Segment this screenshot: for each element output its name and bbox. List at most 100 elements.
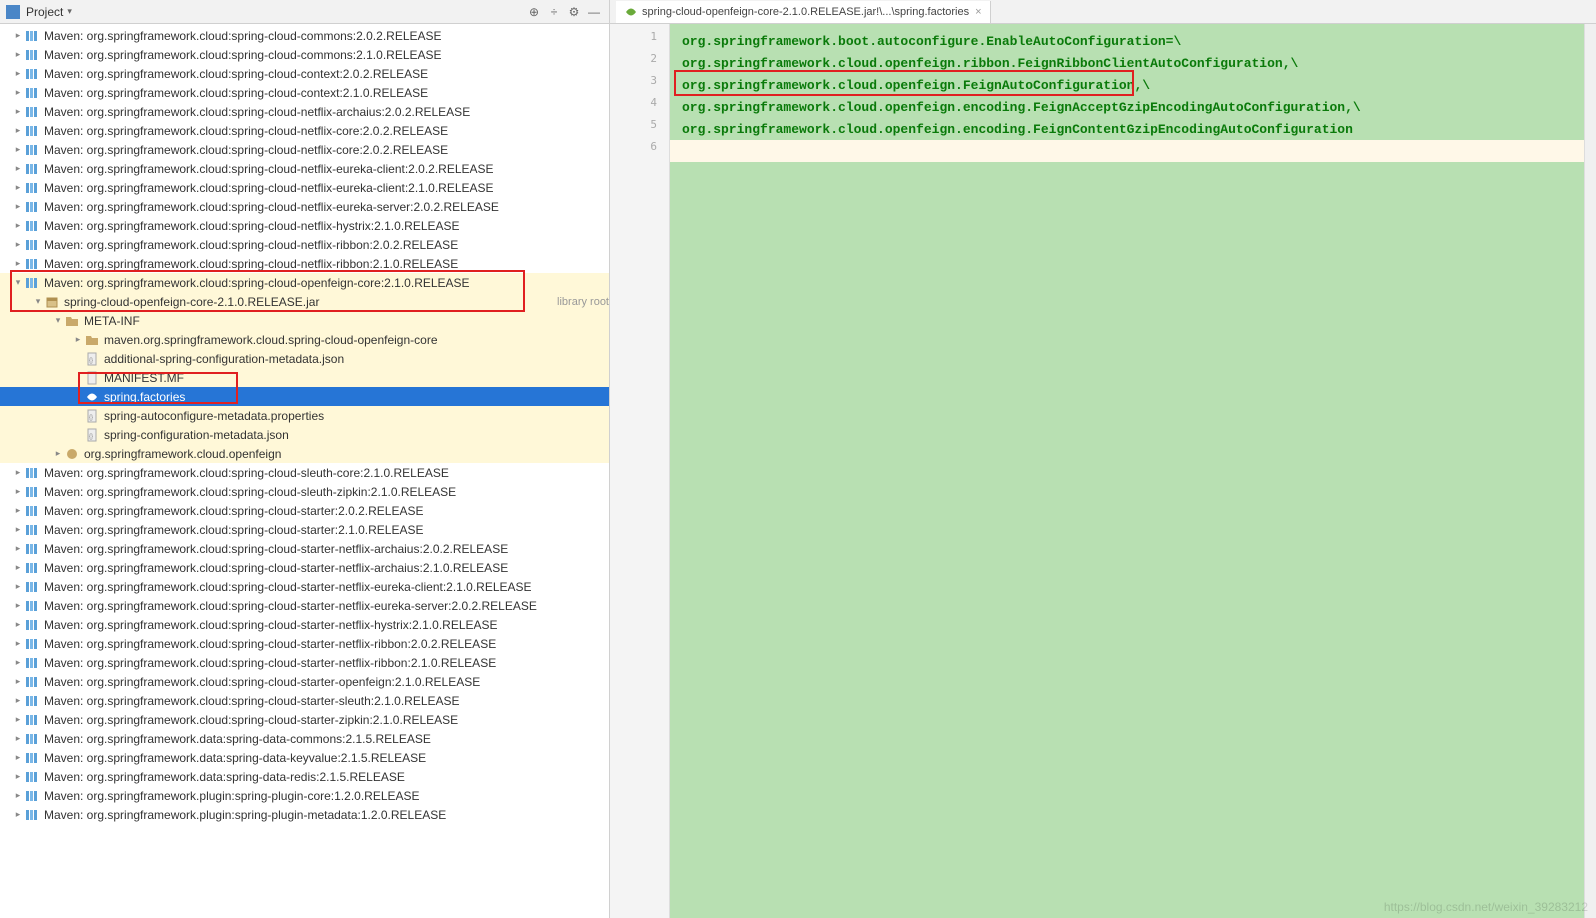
locate-icon[interactable]: ⊕ (525, 3, 543, 21)
tree-row[interactable]: Maven: org.springframework.cloud:spring-… (0, 140, 609, 159)
tree-row[interactable]: Maven: org.springframework.cloud:spring-… (0, 615, 609, 634)
tree-row[interactable]: Maven: org.springframework.cloud:spring-… (0, 463, 609, 482)
tree-row[interactable]: Maven: org.springframework.plugin:spring… (0, 786, 609, 805)
tree-row[interactable]: Maven: org.springframework.cloud:spring-… (0, 482, 609, 501)
dropdown-icon[interactable]: ▾ (67, 6, 72, 17)
tree-item-label: MANIFEST.MF (104, 371, 609, 385)
expand-arrow-icon[interactable] (12, 714, 24, 725)
expand-arrow-icon[interactable] (12, 752, 24, 763)
expand-arrow-icon[interactable] (12, 106, 24, 117)
tree-row[interactable]: Maven: org.springframework.cloud:spring-… (0, 710, 609, 729)
expand-arrow-icon[interactable] (12, 695, 24, 706)
tree-row[interactable]: maven.org.springframework.cloud.spring-c… (0, 330, 609, 349)
tree-row[interactable]: Maven: org.springframework.cloud:spring-… (0, 235, 609, 254)
tree-row[interactable]: Maven: org.springframework.data:spring-d… (0, 748, 609, 767)
expand-arrow-icon[interactable] (12, 201, 24, 212)
expand-arrow-icon[interactable] (12, 87, 24, 98)
tree-row[interactable]: {}spring-autoconfigure-metadata.properti… (0, 406, 609, 425)
expand-arrow-icon[interactable] (32, 296, 44, 307)
tree-row[interactable]: Maven: org.springframework.cloud:spring-… (0, 121, 609, 140)
hide-icon[interactable]: — (585, 3, 603, 21)
tree-row[interactable]: Maven: org.springframework.cloud:spring-… (0, 672, 609, 691)
expand-arrow-icon[interactable] (12, 581, 24, 592)
expand-arrow-icon[interactable] (12, 49, 24, 60)
code-line[interactable]: org.springframework.cloud.openfeign.enco… (670, 96, 1584, 118)
expand-arrow-icon[interactable] (12, 258, 24, 269)
expand-arrow-icon[interactable] (12, 638, 24, 649)
tree-row[interactable]: Maven: org.springframework.cloud:spring-… (0, 83, 609, 102)
tree-row[interactable]: Maven: org.springframework.cloud:spring-… (0, 254, 609, 273)
tree-row[interactable]: Maven: org.springframework.cloud:spring-… (0, 539, 609, 558)
tree-row[interactable]: {}additional-spring-configuration-metada… (0, 349, 609, 368)
expand-arrow-icon[interactable] (12, 163, 24, 174)
tree-row[interactable]: MANIFEST.MF (0, 368, 609, 387)
expand-arrow-icon[interactable] (12, 125, 24, 136)
tree-row[interactable]: Maven: org.springframework.cloud:spring-… (0, 577, 609, 596)
expand-arrow-icon[interactable] (12, 144, 24, 155)
close-icon[interactable]: × (975, 6, 981, 18)
expand-arrow-icon[interactable] (12, 486, 24, 497)
scroll-indicator[interactable] (1584, 24, 1596, 918)
project-tree[interactable]: Maven: org.springframework.cloud:spring-… (0, 24, 609, 918)
tree-row[interactable]: spring.factories (0, 387, 609, 406)
tree-row[interactable]: Maven: org.springframework.cloud:spring-… (0, 653, 609, 672)
tree-row[interactable]: META-INF (0, 311, 609, 330)
expand-arrow-icon[interactable] (12, 543, 24, 554)
expand-arrow-icon[interactable] (12, 239, 24, 250)
tree-row[interactable]: Maven: org.springframework.cloud:spring-… (0, 159, 609, 178)
tree-row[interactable]: Maven: org.springframework.data:spring-d… (0, 729, 609, 748)
editor-tab[interactable]: spring-cloud-openfeign-core-2.1.0.RELEAS… (616, 1, 991, 23)
line-number: 4 (610, 96, 669, 118)
tree-row[interactable]: Maven: org.springframework.cloud:spring-… (0, 501, 609, 520)
tree-row[interactable]: Maven: org.springframework.cloud:spring-… (0, 273, 609, 292)
tree-row[interactable]: Maven: org.springframework.cloud:spring-… (0, 45, 609, 64)
tree-row[interactable]: Maven: org.springframework.cloud:spring-… (0, 558, 609, 577)
expand-arrow-icon[interactable] (52, 315, 64, 326)
tree-row[interactable]: Maven: org.springframework.cloud:spring-… (0, 197, 609, 216)
tree-row[interactable]: Maven: org.springframework.cloud:spring-… (0, 520, 609, 539)
expand-arrow-icon[interactable] (12, 600, 24, 611)
expand-arrow-icon[interactable] (12, 467, 24, 478)
expand-arrow-icon[interactable] (12, 182, 24, 193)
expand-arrow-icon[interactable] (12, 524, 24, 535)
code-line[interactable]: org.springframework.cloud.openfeign.enco… (670, 118, 1584, 140)
code-content[interactable]: org.springframework.boot.autoconfigure.E… (670, 24, 1584, 918)
tree-row[interactable]: {}spring-configuration-metadata.json (0, 425, 609, 444)
collapse-icon[interactable]: ÷ (545, 3, 563, 21)
expand-arrow-icon[interactable] (12, 220, 24, 231)
tree-row[interactable]: Maven: org.springframework.cloud:spring-… (0, 596, 609, 615)
tree-row[interactable]: Maven: org.springframework.cloud:spring-… (0, 216, 609, 235)
tree-row[interactable]: Maven: org.springframework.cloud:spring-… (0, 691, 609, 710)
expand-arrow-icon[interactable] (12, 733, 24, 744)
tree-row[interactable]: Maven: org.springframework.cloud:spring-… (0, 26, 609, 45)
expand-arrow-icon[interactable] (12, 657, 24, 668)
expand-arrow-icon[interactable] (12, 68, 24, 79)
tree-row[interactable]: spring-cloud-openfeign-core-2.1.0.RELEAS… (0, 292, 609, 311)
tree-row[interactable]: Maven: org.springframework.cloud:spring-… (0, 178, 609, 197)
expand-arrow-icon[interactable] (12, 619, 24, 630)
tree-row[interactable]: Maven: org.springframework.plugin:spring… (0, 805, 609, 824)
expand-arrow-icon[interactable] (72, 334, 84, 345)
tree-row[interactable]: org.springframework.cloud.openfeign (0, 444, 609, 463)
expand-arrow-icon[interactable] (12, 790, 24, 801)
expand-arrow-icon[interactable] (12, 30, 24, 41)
code-line[interactable] (670, 140, 1584, 162)
code-line[interactable]: org.springframework.boot.autoconfigure.E… (670, 30, 1584, 52)
expand-arrow-icon[interactable] (12, 277, 24, 288)
tree-row[interactable]: Maven: org.springframework.data:spring-d… (0, 767, 609, 786)
tree-row[interactable]: Maven: org.springframework.cloud:spring-… (0, 634, 609, 653)
expand-arrow-icon[interactable] (52, 448, 64, 459)
expand-arrow-icon[interactable] (12, 676, 24, 687)
leaf-icon (84, 389, 100, 405)
code-line[interactable]: org.springframework.cloud.openfeign.Feig… (670, 74, 1584, 96)
tree-row[interactable]: Maven: org.springframework.cloud:spring-… (0, 64, 609, 83)
expand-arrow-icon[interactable] (12, 562, 24, 573)
tree-row[interactable]: Maven: org.springframework.cloud:spring-… (0, 102, 609, 121)
gear-icon[interactable]: ⚙ (565, 3, 583, 21)
tree-item-label: Maven: org.springframework.cloud:spring-… (44, 86, 609, 100)
project-title[interactable]: Project (26, 5, 63, 19)
code-line[interactable]: org.springframework.cloud.openfeign.ribb… (670, 52, 1584, 74)
expand-arrow-icon[interactable] (12, 809, 24, 820)
expand-arrow-icon[interactable] (12, 505, 24, 516)
expand-arrow-icon[interactable] (12, 771, 24, 782)
